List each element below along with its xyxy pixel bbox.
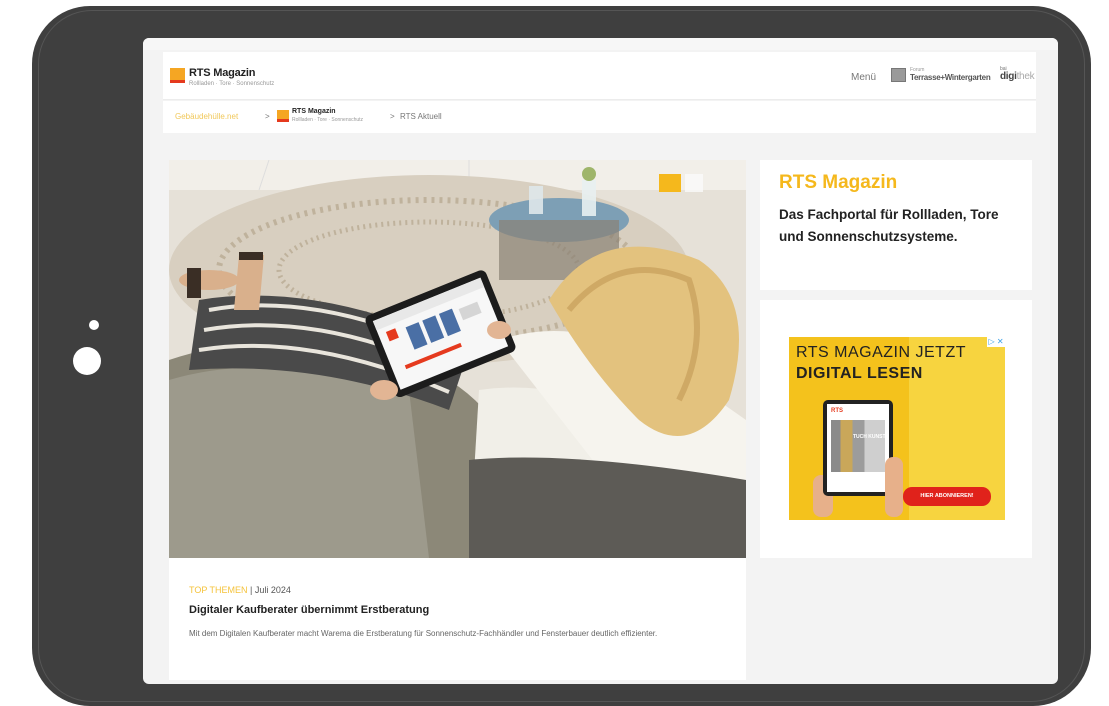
digithek-light: thek: [1016, 71, 1035, 82]
breadcrumb-home-link[interactable]: Gebäudehülle.net: [175, 112, 238, 121]
article-meta: TOP THEMEN | Juli 2024: [189, 585, 291, 595]
breadcrumb-current: RTS Aktuell: [400, 112, 442, 121]
sidebar-ad-card: ▷ ✕ RTS MAGAZIN JETZT DIGITAL LESEN RTS …: [760, 300, 1032, 558]
featured-article-card[interactable]: TOP THEMEN | Juli 2024 Digitaler Kaufber…: [169, 160, 746, 680]
breadcrumb-rts-logo-icon[interactable]: [277, 110, 289, 122]
ad-headline-2: DIGITAL LESEN: [796, 365, 923, 382]
ad-tablet-image: RTS TUCH KUNST: [823, 400, 893, 496]
forum-link[interactable]: Terrasse+Wintergarten: [910, 73, 991, 82]
breadcrumb: Gebäudehülle.net > RTS Magazin Rollladen…: [163, 101, 1036, 133]
logo-title[interactable]: RTS Magazin: [189, 67, 255, 79]
article-title[interactable]: Digitaler Kaufberater übernimmt Erstbera…: [189, 604, 429, 616]
ad-magazine-cover: [831, 420, 885, 472]
logo-subtitle: Rollladen · Tore · Sonnenschutz: [189, 81, 275, 87]
rts-logo-icon[interactable]: [170, 68, 185, 83]
breadcrumb-separator: >: [265, 112, 270, 121]
menu-button[interactable]: Menü: [851, 72, 876, 83]
sidebar-about-card: RTS Magazin Das Fachportal für Rollladen…: [760, 160, 1032, 290]
sidebar-title: RTS Magazin: [779, 172, 898, 193]
article-teaser: Mit dem Digitalen Kaufberater macht Ware…: [189, 629, 658, 638]
ad-subscribe-button[interactable]: HIER ABONNIEREN!: [903, 487, 991, 506]
tablet-screen: RTS Magazin Rollladen · Tore · Sonnensch…: [143, 38, 1058, 684]
ad-hand-right: [885, 457, 903, 517]
article-hero-image[interactable]: [169, 160, 746, 558]
article-date: | Juli 2024: [250, 585, 291, 595]
camera-icon: [89, 320, 99, 330]
ad-magazine-logo: RTS: [831, 408, 843, 414]
ad-tablet-screen: RTS TUCH KUNST: [827, 404, 889, 492]
article-category[interactable]: TOP THEMEN: [189, 585, 248, 595]
digithek-link[interactable]: digithek: [1000, 71, 1035, 82]
digital-magazine-ad[interactable]: ▷ ✕ RTS MAGAZIN JETZT DIGITAL LESEN RTS …: [789, 337, 1005, 520]
forum-logo-icon[interactable]: [891, 68, 906, 82]
breadcrumb-separator: >: [390, 112, 395, 121]
breadcrumb-rts-subtitle: Rollladen · Tore · Sonnenschutz: [292, 117, 364, 123]
sidebar-description: Das Fachportal für Rollladen, Tore und S…: [779, 207, 999, 244]
site-header: RTS Magazin Rollladen · Tore · Sonnensch…: [163, 52, 1036, 100]
ad-headline-1: RTS MAGAZIN JETZT: [796, 344, 966, 361]
digithek-bold: digi: [1000, 71, 1017, 82]
ad-choices-icon[interactable]: ▷ ✕: [987, 337, 1005, 347]
browser-top-strip: [143, 38, 1058, 50]
breadcrumb-rts-link[interactable]: RTS Magazin: [292, 108, 336, 115]
home-button[interactable]: [73, 347, 101, 375]
ad-magazine-cover-text: TUCH KUNST: [853, 434, 886, 440]
